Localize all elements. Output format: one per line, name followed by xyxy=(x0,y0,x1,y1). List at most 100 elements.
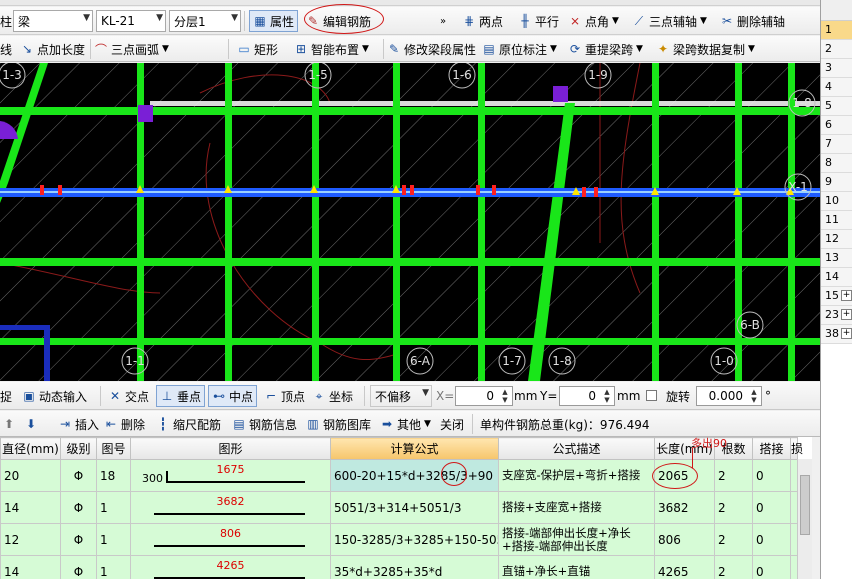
right-pane-row[interactable]: 38 + xyxy=(821,325,852,344)
cell-shape[interactable]: 300 1675 xyxy=(130,459,331,492)
cell-lap[interactable]: 0 xyxy=(752,555,791,579)
cell-lap[interactable]: 0 xyxy=(752,491,791,524)
floor-combo[interactable]: 分层1 ▼ xyxy=(169,10,241,32)
cell-figure-no[interactable]: 1 xyxy=(96,555,131,579)
copy-span-data-button[interactable]: ✦ 梁跨数据复制 ▼ xyxy=(656,38,755,60)
cell-length[interactable]: 806 xyxy=(654,523,715,556)
cell-count[interactable]: 2 xyxy=(714,459,753,492)
cell-description[interactable]: 搭接+支座宽+搭接 xyxy=(498,491,655,524)
cell-figure-no[interactable]: 18 xyxy=(96,459,131,492)
cell-formula[interactable]: 600-20+15*d+3285/3+90 xyxy=(330,459,499,492)
right-pane-row[interactable]: 2 xyxy=(821,40,852,59)
delete-aux-button[interactable]: ✂ 删除辅轴 xyxy=(720,10,785,32)
line-button[interactable]: 线 xyxy=(0,38,12,60)
cell-formula[interactable]: 150-3285/3+3285+150-5051/3 xyxy=(330,523,499,556)
header-grade[interactable]: 级别 xyxy=(60,437,97,460)
cell-description[interactable]: 搭接-端部伸出长度+净长+搭接-端部伸出长度 xyxy=(498,523,655,556)
right-pane-row[interactable]: 10 xyxy=(821,192,852,211)
right-pane-row[interactable]: 11 xyxy=(821,211,852,230)
table-scrollbar[interactable] xyxy=(797,459,812,579)
midpoint-snap[interactable]: ⊷ 中点 xyxy=(208,385,258,407)
cell-lap[interactable]: 0 xyxy=(752,459,791,492)
drawing-canvas[interactable]: 1-3 1-5 1-6 1-9 1-8 1-1 6-B 1-0 6-A 1-7 1-8 X-1 xyxy=(0,63,820,381)
move-down-icon[interactable]: ⬇ xyxy=(26,413,36,435)
header-shape[interactable]: 图形 xyxy=(130,437,331,460)
intersection-snap[interactable]: ✕ 交点 xyxy=(108,385,149,407)
cell-description[interactable]: 支座宽-保护层+弯折+搭接 xyxy=(498,459,655,492)
cell-figure-no[interactable]: 1 xyxy=(96,491,131,524)
vertex-snap[interactable]: ⌐ 顶点 xyxy=(264,385,305,407)
right-pane-row[interactable]: 8 xyxy=(821,154,852,173)
re-extract-span-button[interactable]: ⟳ 重提梁跨 ▼ xyxy=(568,38,643,60)
cell-diameter[interactable]: 14 xyxy=(0,491,61,524)
cell-shape[interactable]: 3682 xyxy=(130,491,331,524)
header-diameter[interactable]: 直径(mm) xyxy=(0,437,61,460)
spinner-icon[interactable]: ▲ ▼ xyxy=(601,388,613,404)
add-length-button[interactable]: ↘ 点加长度 xyxy=(20,38,85,60)
cell-shape[interactable]: 806 xyxy=(130,523,331,556)
in-place-annotation-button[interactable]: ▤ 原位标注 ▼ xyxy=(482,38,557,60)
three-point-aux-button[interactable]: ⟋ 三点辅轴 ▼ xyxy=(632,10,707,32)
cell-figure-no[interactable]: 1 xyxy=(96,523,131,556)
other-button[interactable]: ➡ 其他 ▼ xyxy=(380,413,431,435)
snap-button[interactable]: 捉 xyxy=(0,385,12,407)
cell-description[interactable]: 直锚+净长+直锚 xyxy=(498,555,655,579)
cell-grade[interactable]: Φ xyxy=(60,459,97,492)
parallel-button[interactable]: ╫ 平行 xyxy=(518,10,559,32)
table-row[interactable]: 14 Φ 1 4265 35*d+3285+35*d 直锚+净长+直锚 4265 2 0 xyxy=(0,555,798,579)
cell-diameter[interactable]: 14 xyxy=(0,555,61,579)
rebar-library-button[interactable]: ▥ 钢筋图库 xyxy=(306,413,371,435)
cell-formula[interactable]: 35*d+3285+35*d xyxy=(330,555,499,579)
perpendicular-snap[interactable]: ⊥ 垂点 xyxy=(156,385,206,407)
cell-shape[interactable]: 4265 xyxy=(130,555,331,579)
right-pane-row[interactable]: 14 xyxy=(821,268,852,287)
spinner-icon[interactable]: ▲ ▼ xyxy=(748,388,760,404)
rotate-input[interactable]: 0.000 ▲ ▼ xyxy=(696,386,762,406)
overflow-chevron-icon[interactable]: » xyxy=(440,10,446,32)
offset-select[interactable]: 不偏移 ▼ xyxy=(370,385,432,407)
modify-span-props-button[interactable]: ✎ 修改梁段属性 xyxy=(387,38,476,60)
rebar-info-button[interactable]: ▤ 钢筋信息 xyxy=(232,413,297,435)
scrollbar-thumb[interactable] xyxy=(800,475,810,535)
x-input[interactable]: 0 ▲ ▼ xyxy=(455,386,513,406)
table-row[interactable]: 12Φ1 806 150-3285/3+3285+150-5051/3搭接-端部伸出… xyxy=(0,523,798,556)
header-description[interactable]: 公式描述 xyxy=(498,437,655,460)
expand-plus-icon[interactable]: + xyxy=(841,309,852,320)
three-point-arc-button[interactable]: ⌒ 三点画弧 ▼ xyxy=(94,38,169,60)
cell-grade[interactable]: Φ xyxy=(60,491,97,524)
cell-length[interactable]: 3682 xyxy=(654,491,715,524)
cell-count[interactable]: 2 xyxy=(714,491,753,524)
right-pane-row[interactable]: 6 xyxy=(821,116,852,135)
right-pane-row[interactable]: 1 xyxy=(821,21,852,40)
insert-button[interactable]: ⇥ 插入 xyxy=(58,413,99,435)
header-formula[interactable]: 计算公式 xyxy=(330,437,499,460)
cell-formula[interactable]: 5051/3+314+5051/3 xyxy=(330,491,499,524)
smart-layout-button[interactable]: ⊞ 智能布置 ▼ xyxy=(294,38,369,60)
right-pane-row[interactable]: 9 xyxy=(821,173,852,192)
cell-diameter[interactable]: 12 xyxy=(0,523,61,556)
cell-lap[interactable]: 0 xyxy=(752,523,791,556)
right-pane-row[interactable]: 23 + xyxy=(821,306,852,325)
properties-button[interactable]: ▦ 属性 xyxy=(249,10,299,32)
rotate-checkbox[interactable] xyxy=(646,390,657,401)
point-angle-button[interactable]: ⨯ 点角 ▼ xyxy=(568,10,619,32)
right-pane-row[interactable]: 7 xyxy=(821,135,852,154)
spinner-icon[interactable]: ▲ ▼ xyxy=(499,388,511,404)
cell-diameter[interactable]: 20 xyxy=(0,459,61,492)
right-pane-row[interactable]: 13 xyxy=(821,249,852,268)
cell-count[interactable]: 2 xyxy=(714,523,753,556)
cell-count[interactable]: 2 xyxy=(714,555,753,579)
type-combo[interactable]: 梁 ▼ xyxy=(13,10,93,32)
right-pane-row[interactable]: 12 xyxy=(821,230,852,249)
move-up-icon[interactable]: ⬆ xyxy=(4,413,14,435)
name-combo[interactable]: KL-21 ▼ xyxy=(96,10,166,32)
coordinate-snap[interactable]: ⌖ 坐标 xyxy=(312,385,353,407)
cell-grade[interactable]: Φ xyxy=(60,555,97,579)
right-pane-row[interactable]: 5 xyxy=(821,97,852,116)
rectangle-button[interactable]: ▭ 矩形 xyxy=(237,38,278,60)
right-pane-row[interactable]: 3 xyxy=(821,59,852,78)
ruler-rebar-button[interactable]: ┇ 缩尺配筋 xyxy=(156,413,221,435)
right-pane-row[interactable]: 15 + xyxy=(821,287,852,306)
header-loss[interactable]: 损 xyxy=(790,437,803,460)
close-button[interactable]: 关闭 xyxy=(440,413,464,435)
